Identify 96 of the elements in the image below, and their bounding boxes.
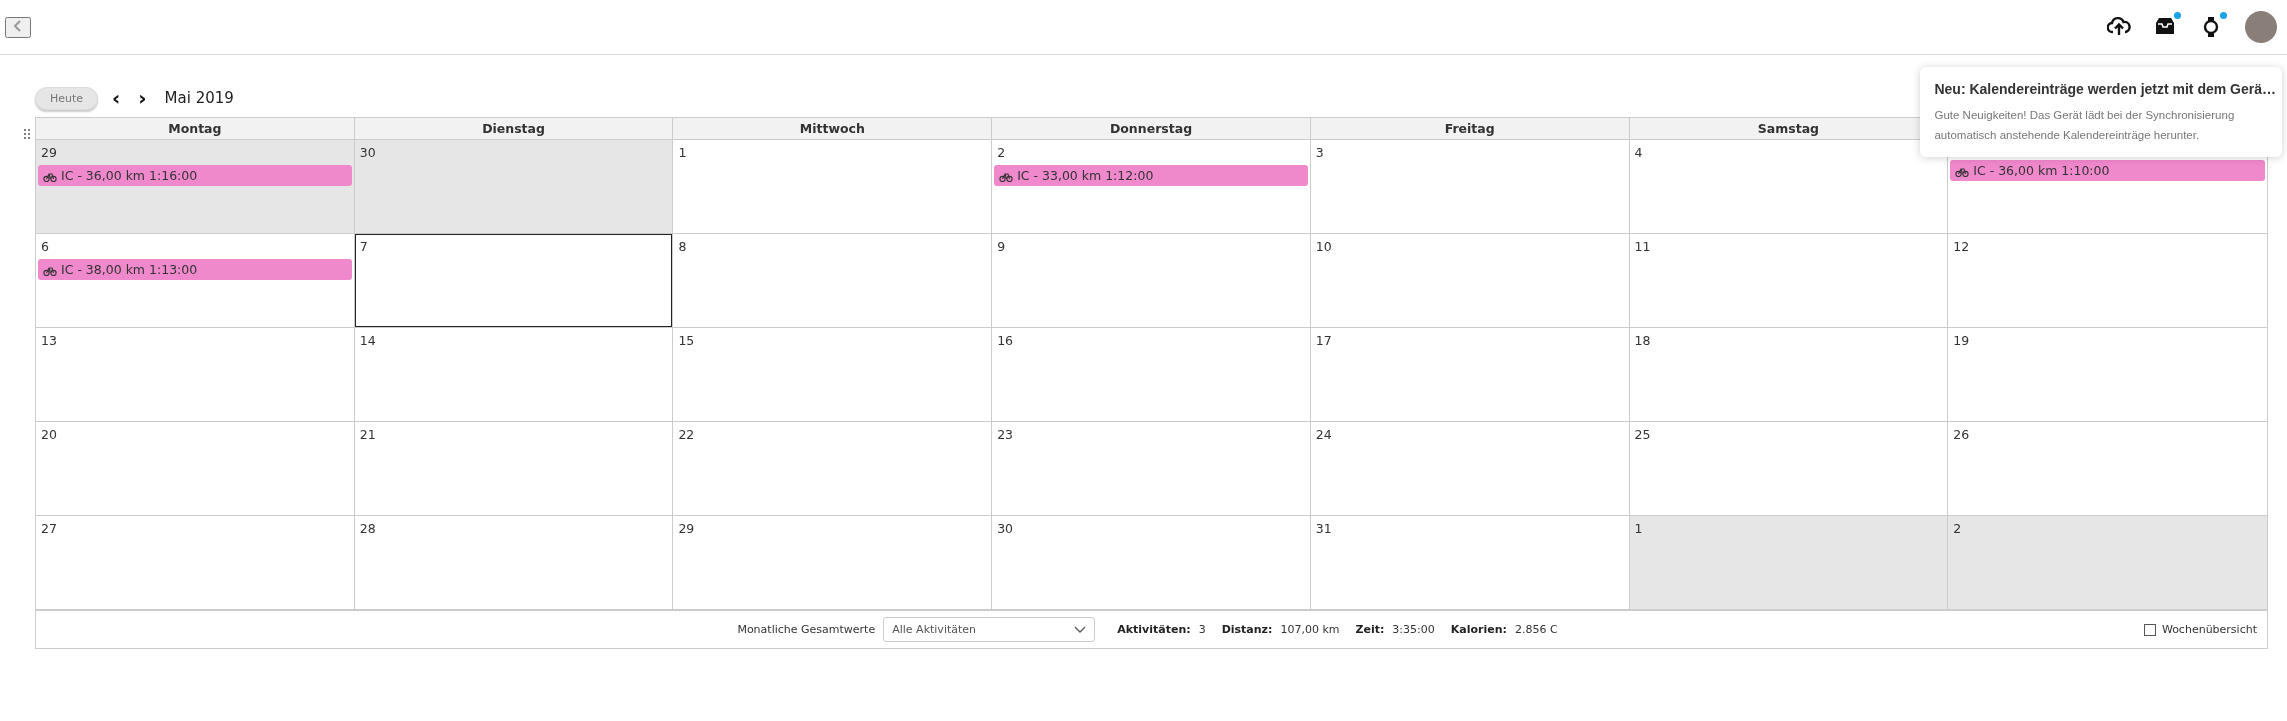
day-number: 19 <box>1953 333 1970 348</box>
chevron-down-icon <box>1074 625 1087 634</box>
day-cell[interactable]: 22 <box>673 422 993 516</box>
stat-value: 3:35:00 <box>1392 623 1435 636</box>
day-cell[interactable]: 13 <box>36 328 355 422</box>
day-cell[interactable]: 16 <box>992 328 1311 422</box>
day-cell[interactable]: 29 <box>673 516 993 610</box>
day-number: 30 <box>997 521 1014 536</box>
weekday-header: Mittwoch <box>673 118 993 140</box>
day-cell[interactable]: 20 <box>36 422 355 516</box>
day-number: 29 <box>41 145 57 160</box>
day-number: 12 <box>1953 239 1970 254</box>
day-cell[interactable]: 30 <box>354 140 674 234</box>
day-cell[interactable]: 29 IC - 36,00 km 1:16:00 <box>36 140 355 234</box>
day-number: 28 <box>359 521 376 536</box>
day-number: 6 <box>41 239 49 254</box>
stat-label: Aktivitäten: <box>1117 623 1191 636</box>
day-cell[interactable]: 10 <box>1310 234 1630 328</box>
month-title: Mai 2019 <box>164 89 234 107</box>
day-number: 4 <box>1634 145 1643 160</box>
weekday-header: Dienstag <box>354 118 674 140</box>
activity-event[interactable]: IC - 36,00 km 1:16:00 <box>38 165 352 186</box>
day-number: 2 <box>1953 521 1962 536</box>
day-number: 30 <box>359 145 376 160</box>
day-cell[interactable]: 8 <box>673 234 993 328</box>
day-cell[interactable]: 2 <box>1948 516 2267 610</box>
day-number: 29 <box>678 521 695 536</box>
day-number: 21 <box>359 427 376 442</box>
day-cell[interactable]: 27 <box>36 516 355 610</box>
day-cell[interactable]: 25 <box>1629 422 1949 516</box>
next-month-button[interactable]: › <box>134 88 151 108</box>
day-number: 2 <box>997 145 1006 160</box>
week-overview-checkbox[interactable] <box>2143 623 2156 636</box>
chevron-left-icon <box>13 19 23 32</box>
checkbox-label: Wochenübersicht <box>2161 623 2257 636</box>
day-number: 7 <box>359 239 368 254</box>
popup-text: Gute Neuigkeiten! Das Gerät lädt bei der Synchronisierung automatisch anstehende Kalendereinträge herunter. <box>1934 108 2236 143</box>
day-number: 24 <box>1315 427 1332 442</box>
activity-event[interactable]: IC - 33,00 km 1:12:00 <box>994 165 1308 186</box>
totals-label: Monatliche Gesamtwerte <box>737 623 876 636</box>
stat-label: Kalorien: <box>1450 623 1507 636</box>
stat-value: 3 <box>1198 623 1206 636</box>
day-number: 1 <box>678 145 687 160</box>
day-cell[interactable]: 7 <box>354 234 674 328</box>
day-number: 14 <box>359 333 376 348</box>
activity-event[interactable]: IC - 36,00 km 1:10:00 <box>1950 160 2265 181</box>
popup-title: Neu: Kalendereinträge werden jetzt mit dem Gerä… <box>1934 81 2277 97</box>
stat-value: 2.856 C <box>1514 623 1558 636</box>
activity-event[interactable]: IC - 38,00 km 1:13:00 <box>38 259 352 280</box>
day-number: 23 <box>997 427 1014 442</box>
day-number: 10 <box>1315 239 1332 254</box>
day-number: 3 <box>1315 145 1324 160</box>
day-cell[interactable]: 3 <box>1310 140 1630 234</box>
day-cell[interactable]: 1 <box>1629 516 1949 610</box>
day-cell[interactable]: 21 <box>354 422 674 516</box>
weekday-header: Montag <box>36 118 355 140</box>
previous-month-button[interactable]: ‹ <box>108 88 125 108</box>
day-number: 20 <box>41 427 57 442</box>
stat-label: Zeit: <box>1355 623 1385 636</box>
stat-label: Distanz: <box>1221 623 1273 636</box>
day-cell[interactable]: 6 IC - 38,00 km 1:13:00 <box>36 234 355 328</box>
day-cell[interactable]: 1 <box>673 140 993 234</box>
stat-value: 107,00 km <box>1280 623 1340 636</box>
day-cell[interactable]: 24 <box>1310 422 1630 516</box>
day-number: 22 <box>678 427 695 442</box>
day-number: 15 <box>678 333 695 348</box>
activity-filter-dropdown[interactable]: Alle Aktivitäten <box>883 617 1096 642</box>
day-number: 31 <box>1315 521 1332 536</box>
day-cell[interactable]: 2 IC - 33,00 km 1:12:00 <box>992 140 1311 234</box>
today-button[interactable]: Heute <box>35 86 99 110</box>
day-cell[interactable]: 28 <box>354 516 674 610</box>
weekday-header: Donnerstag <box>992 118 1311 140</box>
day-number: 17 <box>1315 333 1332 348</box>
day-cell[interactable]: 18 <box>1629 328 1949 422</box>
day-number: 25 <box>1634 427 1651 442</box>
day-cell[interactable]: 14 <box>354 328 674 422</box>
day-number: 27 <box>41 521 57 536</box>
back-button[interactable] <box>5 16 31 38</box>
day-number: 13 <box>41 333 57 348</box>
day-cell[interactable]: 17 <box>1310 328 1630 422</box>
day-number: 11 <box>1634 239 1651 254</box>
drag-handle-icon[interactable] <box>24 129 30 139</box>
day-number: 18 <box>1634 333 1651 348</box>
avatar[interactable] <box>2245 11 2277 43</box>
day-number: 1 <box>1634 521 1643 536</box>
day-number: 26 <box>1953 427 1970 442</box>
day-cell[interactable]: 15 <box>673 328 993 422</box>
day-cell[interactable]: 11 <box>1629 234 1949 328</box>
day-number: 9 <box>997 239 1006 254</box>
day-cell[interactable]: 31 <box>1310 516 1630 610</box>
day-number: 8 <box>678 239 687 254</box>
weekday-header: Freitag <box>1310 118 1630 140</box>
day-cell[interactable]: 23 <box>992 422 1311 516</box>
day-cell[interactable]: 30 <box>992 516 1311 610</box>
day-cell[interactable]: 9 <box>992 234 1311 328</box>
day-number: 16 <box>997 333 1014 348</box>
